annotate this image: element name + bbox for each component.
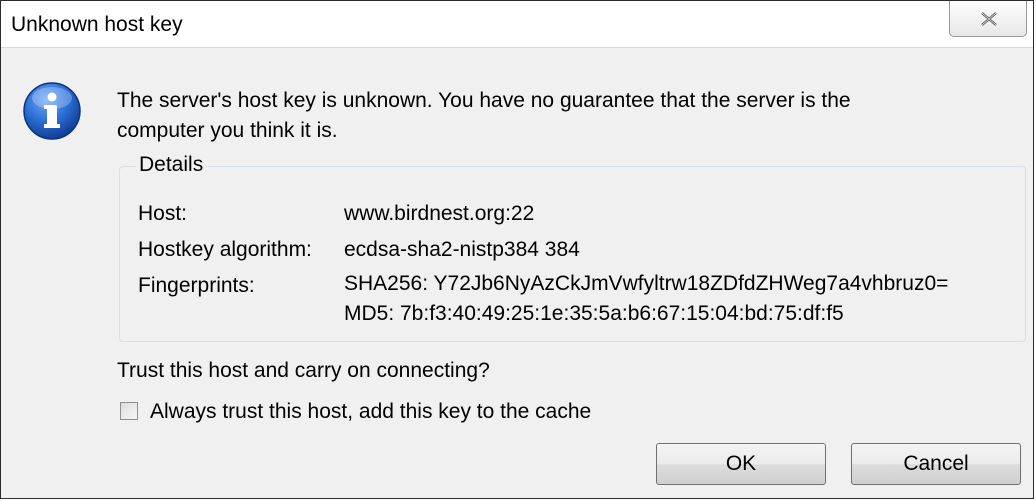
fingerprint-sha256: SHA256: Y72Jb6NyAzCkJmVwfyltrw18ZDfdZHWe… [344, 272, 949, 295]
always-trust-checkbox[interactable] [120, 402, 138, 420]
always-trust-label[interactable]: Always trust this host, add this key to … [150, 400, 591, 424]
window-title: Unknown host key [11, 13, 183, 36]
fingerprints-value: SHA256: Y72Jb6NyAzCkJmVwfyltrw18ZDfdZHWe… [344, 269, 948, 329]
info-icon [23, 82, 81, 140]
message-text: The server's host key is unknown. You ha… [117, 89, 851, 142]
dialog-body: The server's host key is unknown. You ha… [1, 47, 1033, 498]
details-legend: Details [136, 153, 207, 177]
details-group: Details Host: www.birdnest.org:22 Hostke… [119, 153, 1026, 342]
cancel-button[interactable]: Cancel [851, 443, 1021, 485]
close-icon [981, 12, 997, 26]
algorithm-label: Hostkey algorithm: [138, 238, 312, 261]
fingerprints-label: Fingerprints: [138, 274, 255, 297]
algorithm-value: ecdsa-sha2-nistp384 384 [344, 238, 580, 261]
fingerprint-md5: MD5: 7b:f3:40:49:25:1e:35:5a:b6:67:15:04… [344, 302, 844, 325]
trust-question: Trust this host and carry on connecting? [117, 359, 490, 382]
title-bar[interactable]: Unknown host key [1, 1, 1033, 47]
host-value: www.birdnest.org:22 [344, 202, 535, 225]
dialog-window: Unknown host key The server's host key i… [0, 0, 1034, 499]
close-button[interactable] [949, 1, 1027, 37]
host-label: Host: [138, 202, 188, 225]
ok-button[interactable]: OK [656, 443, 826, 485]
